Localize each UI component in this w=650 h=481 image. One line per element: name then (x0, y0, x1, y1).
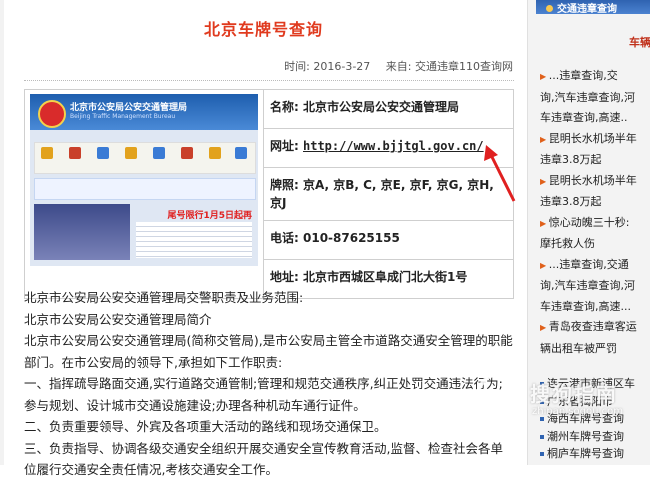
news-item[interactable]: ▶ 昆明长水机场半年 (540, 171, 650, 193)
triangle-bullet-icon: ▶ (540, 260, 549, 270)
sidebar-header-label: 交通违章查询 (557, 4, 617, 15)
news-item[interactable]: 摩托救人伤 (540, 234, 650, 255)
phone-row: 电话: 010-87625155 (263, 220, 514, 260)
divider (24, 80, 514, 81)
sidebar-link[interactable]: 广东省揭阳市 (540, 393, 650, 411)
phone-label: 电话: (270, 231, 299, 245)
body-paragraph: 一、指挥疏导路面交通,实行道路交通管制;管理和规范交通秩序,纠正处罚交通违法行为… (24, 376, 503, 413)
triangle-bullet-icon: ▶ (540, 323, 549, 332)
sidebar-link[interactable]: 连云港市新浦区车 (540, 375, 650, 393)
news-item[interactable]: 询,汽车违章查询,河 (540, 276, 650, 297)
triangle-bullet-icon: ▶ (540, 218, 549, 228)
news-item[interactable]: 辆出租车被严罚 (540, 339, 650, 360)
source-link[interactable]: 来自: 交通违章110查询网 (386, 60, 513, 73)
news-item[interactable]: 违章3.8万起 (540, 192, 650, 213)
screenshot-org-name: 北京市公安局公安交通管理局 (70, 103, 188, 113)
address-label: 地址: (270, 270, 299, 284)
sidebar-header: 交通违章查询 (536, 0, 650, 15)
sidebar-link-list: 连云港市新浦区车 广东省揭阳市 海西车牌号查询 潮州车牌号查询 桐庐车牌号查询 (540, 375, 650, 463)
triangle-bullet-icon: ▶ (540, 72, 549, 81)
body-paragraph: 二、负责重要领导、外宾及各项重大活动的路线和现场交通保卫。 (24, 419, 387, 434)
article-meta: 时间: 2016-3-27 来自: 交通违章110查询网 (272, 58, 513, 74)
plate-value: 京A, 京B, C, 京E, 京F, 京G, 京H, 京J (270, 178, 494, 210)
screenshot-banner (34, 178, 256, 200)
article-panel: 北京车牌号查询 时间: 2016-3-27 来自: 交通违章110查询网 北京市… (0, 0, 527, 477)
name-value: 北京市公安局公安交通管理局 (303, 100, 460, 114)
body-paragraph: 北京市公安局公安交通管理局交警职责及业务范围: (24, 290, 304, 305)
news-item[interactable]: ▶ 惊心动魄三十秒: (540, 213, 650, 235)
screenshot-text-lines (136, 222, 252, 258)
square-bullet-icon (540, 382, 544, 386)
news-item[interactable]: ▶ ...违章查询,交通 (540, 255, 650, 277)
screenshot-org-sub: Beijing Traffic Management Bureau (70, 113, 176, 120)
square-bullet-icon (540, 452, 544, 456)
news-item[interactable]: 车违章查询,高速... (540, 297, 650, 318)
screenshot-photo (34, 204, 130, 260)
address-value: 北京市西城区阜成门北大街1号 (303, 270, 468, 284)
plate-row: 牌照: 京A, 京B, C, 京E, 京F, 京G, 京H, 京J (263, 167, 514, 221)
sidebar-link[interactable]: 桐庐车牌号查询 (540, 445, 650, 463)
body-paragraph: 三、负责指导、协调各级交通安全组织开展交通安全宣传教育活动,监督、检查社会各单位… (24, 440, 503, 478)
info-table: 北京市公安局公安交通管理局 Beijing Traffic Management… (24, 89, 514, 299)
bullet-icon (546, 5, 553, 12)
screenshot-notice: 尾号限行1月5日起再 (167, 211, 252, 221)
website-label: 网址: (270, 139, 299, 153)
site-screenshot-cell: 北京市公安局公安交通管理局 Beijing Traffic Management… (24, 89, 264, 299)
square-bullet-icon (540, 434, 544, 439)
body-paragraph: 北京市公安局公安交通管理局简介 (24, 311, 212, 327)
news-item[interactable]: 车违章查询,高速.. (540, 108, 650, 129)
name-row: 名称: 北京市公安局公安交通管理局 (263, 89, 514, 129)
news-item[interactable]: 违章3.8万起 (540, 150, 650, 171)
website-link[interactable]: http://www.bjjtgl.gov.cn/ (303, 139, 484, 153)
triangle-bullet-icon: ▶ (540, 134, 549, 144)
left-divider (0, 0, 4, 465)
phone-value: 010-87625155 (303, 231, 400, 245)
plate-label: 牌照: (270, 178, 299, 192)
site-screenshot-image: 北京市公安局公安交通管理局 Beijing Traffic Management… (30, 94, 258, 266)
sidebar: 交通违章查询 车辆 ▶ ...违章查询,交 询,汽车违章查询,河 车违章查询,高… (527, 0, 650, 465)
page-title: 北京车牌号查询 (203, 20, 323, 39)
police-emblem-icon (38, 100, 66, 128)
sidebar-news-list: ▶ ...违章查询,交 询,汽车违章查询,河 车违章查询,高速.. ▶ 昆明长水… (540, 66, 650, 359)
sidebar-link[interactable]: 海西车牌号查询 (540, 410, 650, 428)
red-arrow-icon (484, 145, 516, 202)
screenshot-nav (34, 142, 256, 174)
name-label: 名称: (270, 100, 299, 114)
sidebar-category: 车辆 (629, 36, 650, 49)
article-body: 北京市公安局公安交通管理局交警职责及业务范围: 北京市公安局公安交通管理局简介 … (24, 287, 514, 481)
news-item[interactable]: 询,汽车违章查询,河 (540, 88, 650, 109)
website-row: 网址: http://www.bjjtgl.gov.cn/ (263, 128, 514, 168)
triangle-bullet-icon: ▶ (540, 176, 549, 186)
news-item[interactable]: ▶ 青岛夜查违章客运 (540, 317, 650, 339)
news-item[interactable]: ▶ 昆明长水机场半年 (540, 129, 650, 151)
square-bullet-icon (540, 399, 544, 404)
body-paragraph: 北京市公安局公安交通管理局(简称交管局),是市公安局主管全市道路交通安全管理的职… (24, 333, 513, 370)
publish-time: 时间: 2016-3-27 (284, 60, 371, 73)
sidebar-link[interactable]: 潮州车牌号查询 (540, 428, 650, 446)
square-bullet-icon (540, 417, 544, 421)
news-item[interactable]: ▶ ...违章查询,交 (540, 66, 650, 88)
